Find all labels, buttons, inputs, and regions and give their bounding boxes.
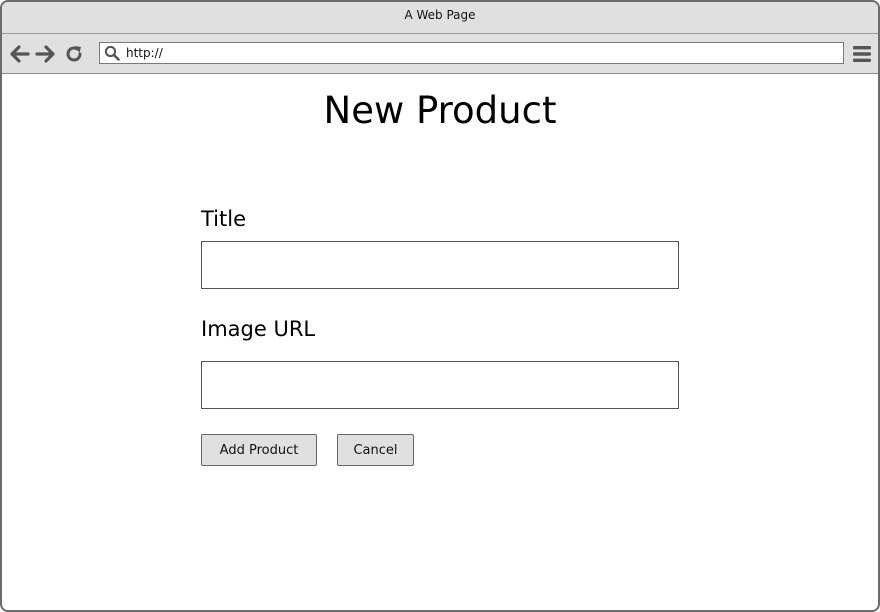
title-input[interactable] [201,241,679,289]
image-url-input[interactable] [201,361,679,409]
browser-toolbar: http:// [2,34,878,74]
back-arrow-icon[interactable] [10,44,30,64]
title-label: Title [201,207,247,231]
window-title-bar: A Web Page [2,2,878,34]
hamburger-menu-icon[interactable] [852,44,872,64]
cancel-button[interactable]: Cancel [337,434,414,466]
page-title: New Product [323,89,557,132]
address-url-text[interactable]: http:// [126,43,163,63]
search-icon [104,45,120,61]
reload-icon[interactable] [64,44,84,64]
image-url-label: Image URL [201,317,316,341]
window-title: A Web Page [404,8,476,22]
add-product-button[interactable]: Add Product [201,434,317,466]
address-bar[interactable]: http:// [99,42,844,64]
page-content: New Product Title Image URL Add Product … [2,74,878,610]
browser-window: A Web Page http:// New Product Title Ima… [0,0,880,612]
forward-arrow-icon[interactable] [35,44,55,64]
